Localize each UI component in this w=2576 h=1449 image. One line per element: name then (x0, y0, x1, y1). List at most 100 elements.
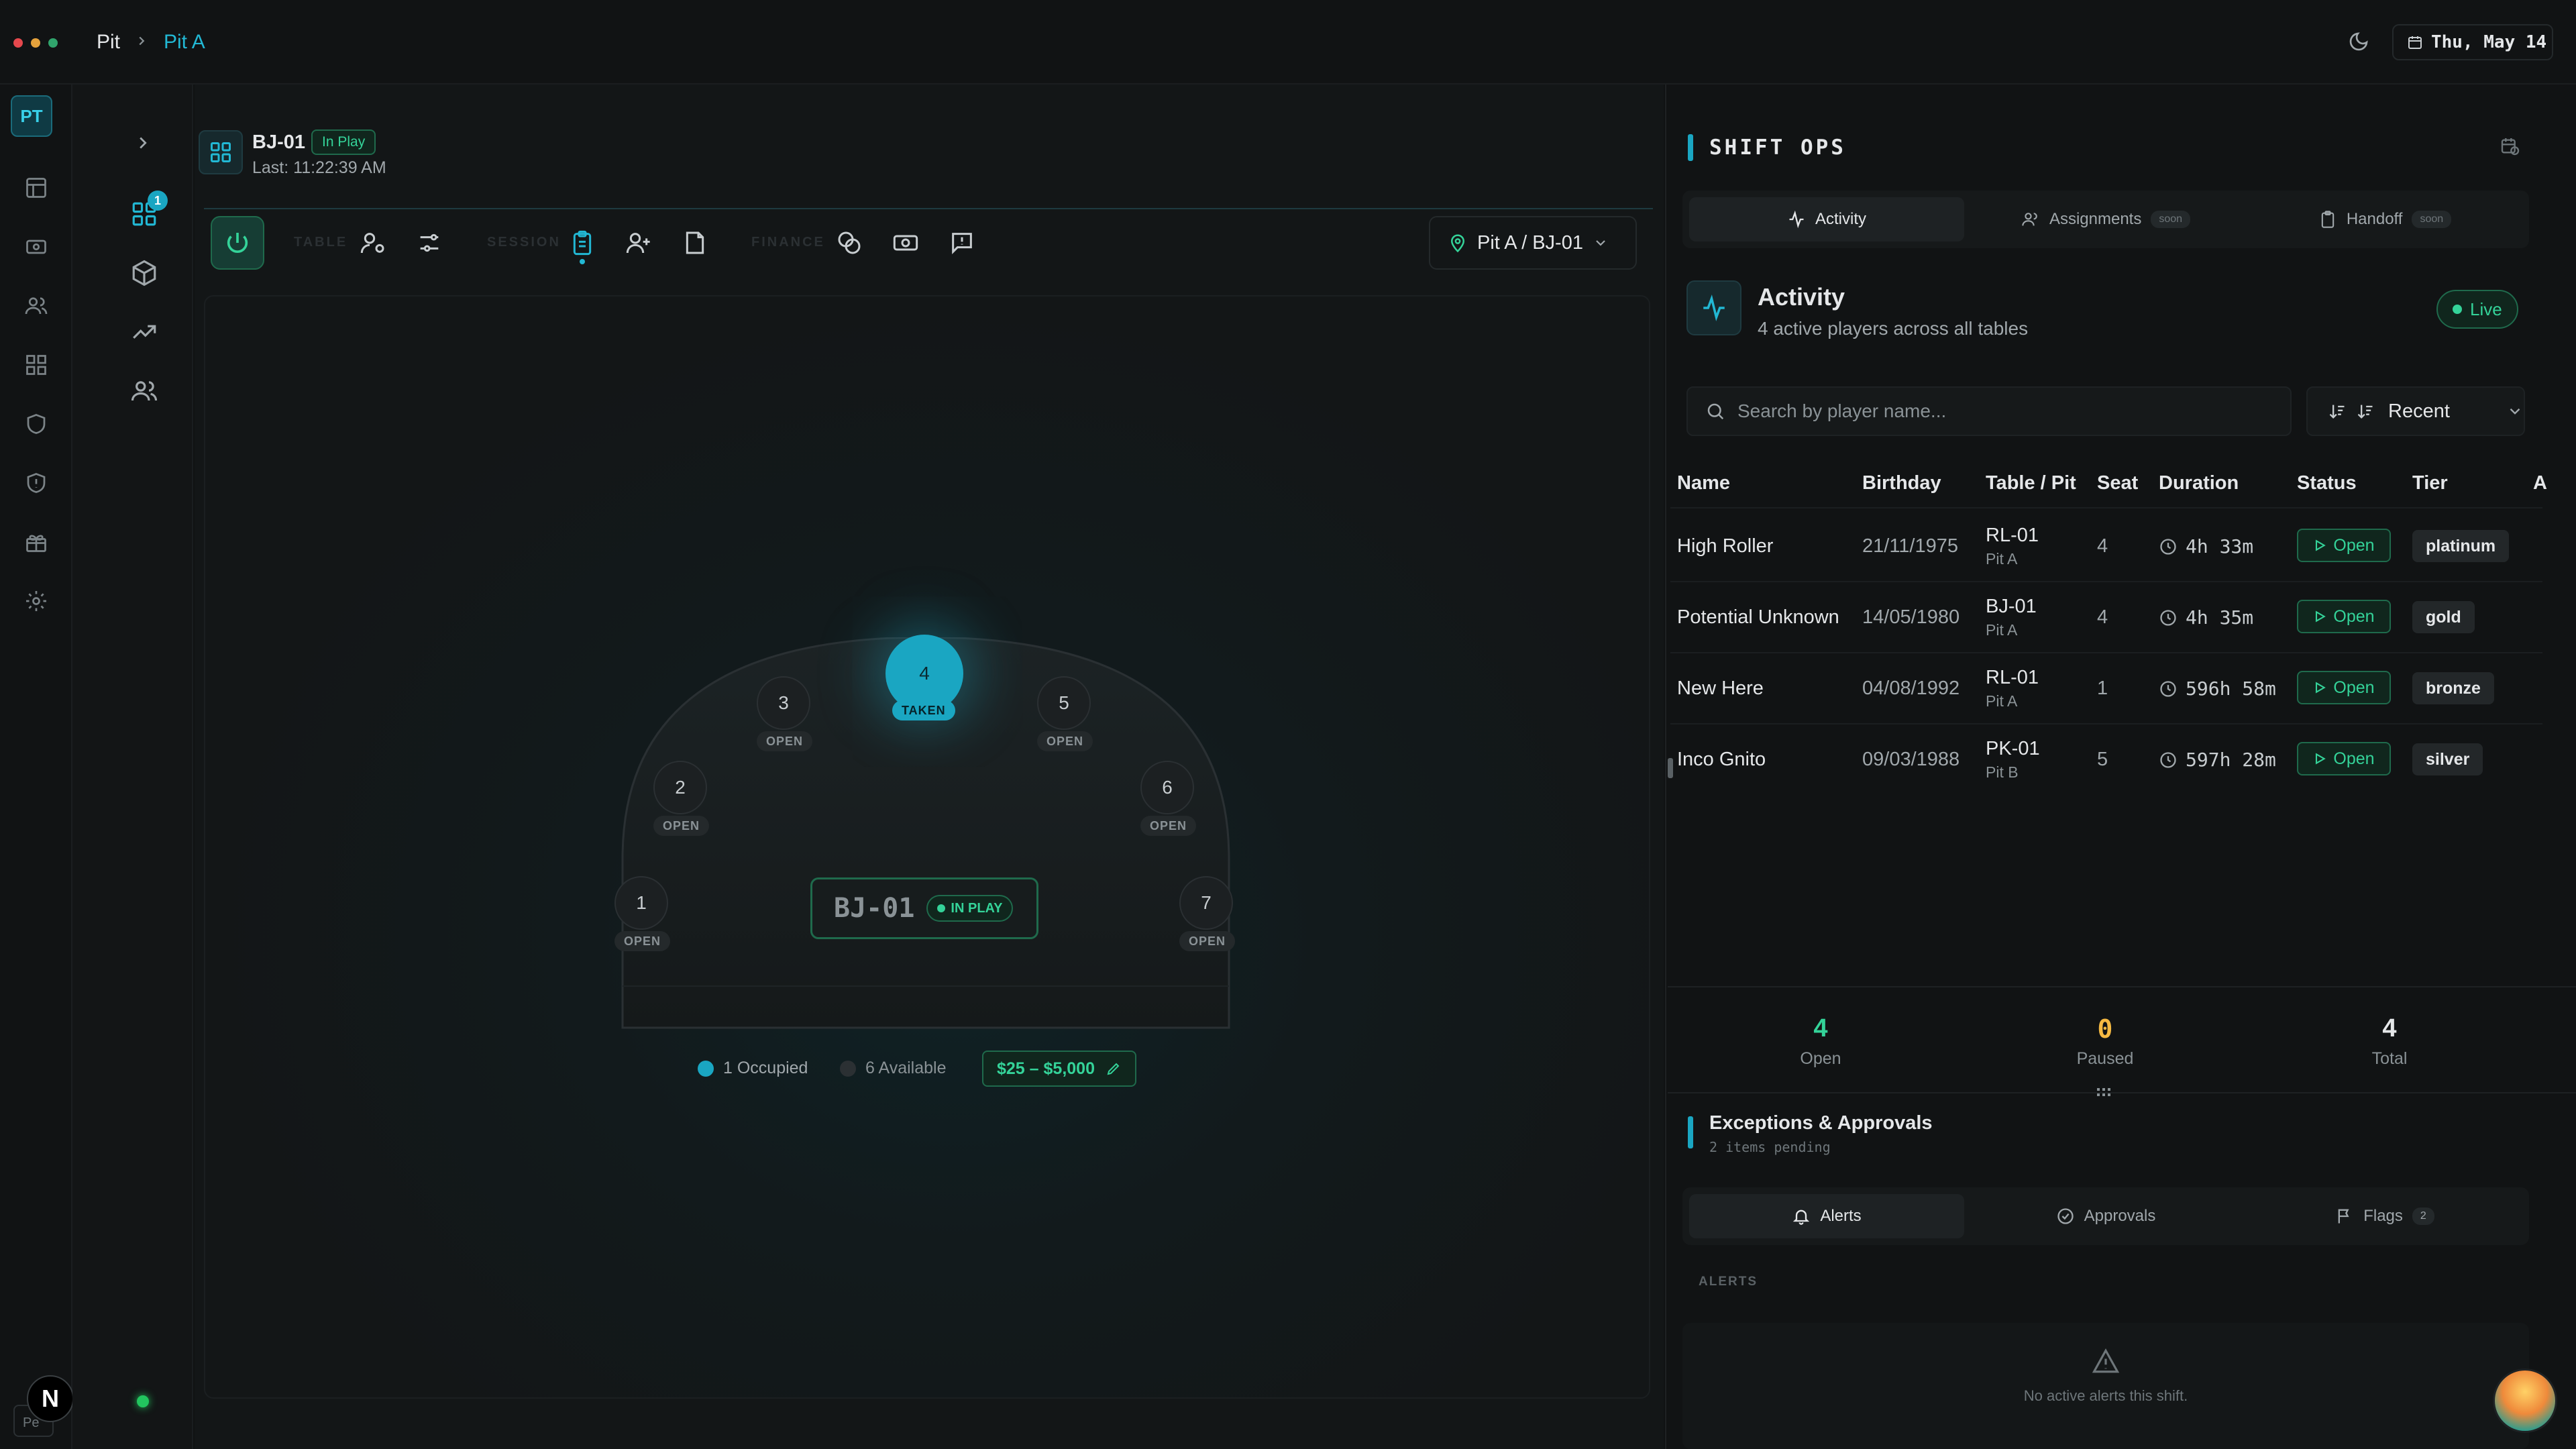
table-plate-label: BJ-01 (834, 893, 915, 924)
status-text: Open (2333, 678, 2375, 697)
calendar-clock-icon[interactable] (2500, 136, 2521, 157)
in-play-badge: In Play (311, 129, 376, 155)
table-row[interactable]: Inco Gnito 09/03/1988 PK-01 Pit B 5 597h… (1670, 724, 2542, 794)
duration-cell: 597h 28m (2159, 749, 2276, 771)
users-icon[interactable] (130, 377, 158, 405)
status-badge[interactable]: Open (2297, 742, 2391, 775)
group-label-finance: FINANCE (751, 235, 825, 250)
avatar[interactable]: PT (11, 95, 52, 137)
player-pit: Pit B (1986, 763, 2019, 781)
add-user-button[interactable] (612, 216, 665, 270)
calendar-icon (2408, 36, 2422, 49)
seat-3-tag: OPEN (757, 731, 813, 751)
col-status[interactable]: Status (2297, 472, 2357, 494)
col-tier[interactable]: Tier (2412, 472, 2448, 494)
table-row[interactable]: New Here 04/08/1992 RL-01 Pit A 1 596h 5… (1670, 653, 2542, 723)
activity-title: Activity (1758, 283, 1845, 311)
section-accent (1688, 1116, 1693, 1148)
coins-button[interactable] (822, 216, 876, 270)
location-select[interactable]: Pit A / BJ-01 (1429, 216, 1637, 270)
breadcrumb-root[interactable]: Pit (97, 31, 120, 54)
tab-activity[interactable]: Activity (1689, 197, 1964, 241)
stat-open-value: 4 (1813, 1014, 1828, 1042)
moon-icon[interactable] (2348, 31, 2369, 52)
search-icon (1707, 403, 1724, 420)
player-pit: Pit A (1986, 692, 2018, 710)
table-row[interactable]: Potential Unknown 14/05/1980 BJ-01 Pit A… (1670, 582, 2542, 652)
grid-icon[interactable] (24, 353, 48, 377)
col-seat[interactable]: Seat (2097, 472, 2138, 494)
drag-handle-icon[interactable] (2097, 1088, 2113, 1096)
col-name[interactable]: Name (1677, 472, 1730, 494)
player-seat: 1 (2097, 678, 2108, 699)
tab-handoff[interactable]: Handoff soon (2247, 197, 2522, 241)
live-badge: Live (2436, 290, 2518, 329)
clipboard-icon (2321, 211, 2334, 228)
sliders-button[interactable] (402, 216, 456, 270)
seat-1[interactable]: 1 (614, 876, 668, 930)
window-close-dot[interactable] (13, 38, 23, 48)
cash-button[interactable] (879, 216, 932, 270)
shield-icon[interactable] (24, 412, 48, 436)
stat-paused-label: Paused (2076, 1049, 2134, 1068)
table-row[interactable]: High Roller 21/11/1975 RL-01 Pit A 4 4h … (1670, 511, 2542, 581)
bet-limits-text: $25 – $5,000 (997, 1059, 1095, 1078)
col-birthday[interactable]: Birthday (1862, 472, 1941, 494)
bet-limits-chip[interactable]: $25 – $5,000 (982, 1051, 1136, 1087)
check-circle-icon (2057, 1208, 2074, 1224)
tab-approvals[interactable]: Approvals (1968, 1194, 2243, 1238)
col-duration[interactable]: Duration (2159, 472, 2239, 494)
player-table: BJ-01 (1986, 596, 2037, 617)
seat-2[interactable]: 2 (653, 761, 707, 814)
breadcrumb-current[interactable]: Pit A (164, 31, 205, 54)
shift-tabs: Activity Assignments soon Handoff soon (1682, 191, 2529, 248)
player-name: High Roller (1677, 535, 1774, 557)
tier-badge: gold (2412, 601, 2475, 633)
gift-icon[interactable] (24, 530, 48, 554)
duration-cell: 4h 35m (2159, 606, 2253, 629)
play-icon (2316, 753, 2326, 765)
tier-badge: platinum (2412, 530, 2510, 562)
status-badge[interactable]: Open (2297, 671, 2391, 704)
player-search[interactable]: Search by player name... (1686, 386, 2292, 436)
shield-alert-icon[interactable] (24, 471, 48, 495)
clock-icon (2160, 751, 2176, 768)
status-badge[interactable]: Open (2297, 600, 2391, 633)
dev-badge[interactable]: N (27, 1375, 74, 1422)
seat-6[interactable]: 6 (1140, 761, 1194, 814)
trending-up-icon[interactable] (130, 318, 158, 346)
last-updated: Last: 11:22:39 AM (252, 158, 386, 177)
layout-icon[interactable] (24, 176, 48, 200)
window-maximize-dot[interactable] (48, 38, 58, 48)
assistant-avatar[interactable] (2493, 1368, 2557, 1433)
users-icon[interactable] (24, 294, 48, 318)
date-chip[interactable]: Thu, May 14 (2392, 24, 2553, 60)
seat-7[interactable]: 7 (1179, 876, 1233, 930)
chevron-right-icon[interactable] (133, 133, 153, 153)
col-extra[interactable]: A (2533, 472, 2547, 494)
box-icon[interactable] (130, 259, 158, 287)
tab-alerts[interactable]: Alerts (1689, 1194, 1964, 1238)
seat-5[interactable]: 5 (1037, 676, 1091, 730)
table-plate-status: IN PLAY (926, 895, 1014, 922)
col-table-pit[interactable]: Table / Pit (1986, 472, 2076, 494)
active-indicator (580, 259, 585, 264)
table-plate: BJ-01 IN PLAY (810, 877, 1038, 939)
tab-flags[interactable]: Flags 2 (2247, 1194, 2522, 1238)
flag-icon (2338, 1209, 2349, 1224)
note-button[interactable] (668, 216, 722, 270)
player-birthday: 21/11/1975 (1862, 535, 1958, 557)
seat-3[interactable]: 3 (757, 676, 810, 730)
sort-select[interactable]: Recent (2306, 386, 2525, 436)
status-badge[interactable]: Open (2297, 529, 2391, 562)
seat-6-tag: OPEN (1140, 816, 1197, 836)
message-button[interactable] (935, 216, 989, 270)
power-button[interactable] (211, 216, 264, 270)
gear-icon[interactable] (24, 589, 48, 613)
ticket-icon[interactable] (24, 235, 48, 259)
seat-4-tag: TAKEN (892, 700, 955, 720)
window-minimize-dot[interactable] (31, 38, 40, 48)
tab-assignments[interactable]: Assignments soon (1968, 197, 2243, 241)
alerts-heading: ALERTS (1699, 1275, 1758, 1289)
user-settings-button[interactable] (346, 216, 400, 270)
